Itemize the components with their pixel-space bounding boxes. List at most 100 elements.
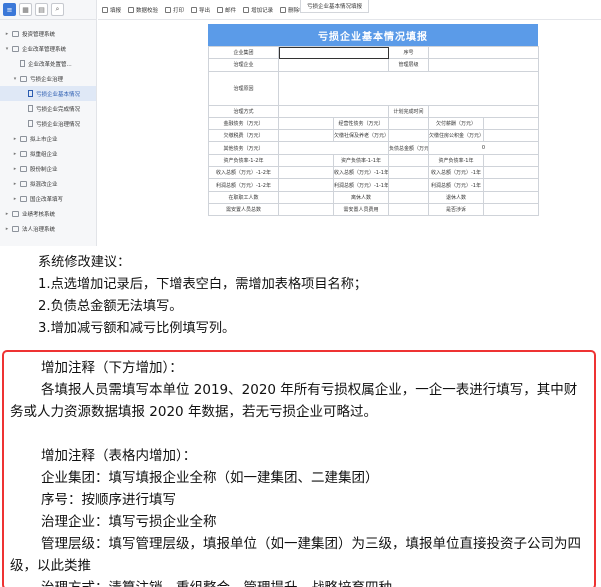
document-icon (28, 120, 33, 127)
sidebar-item-label: 亏损企业治理 (30, 76, 64, 83)
form-input-cell[interactable] (388, 153, 429, 168)
form-input-cell[interactable] (388, 178, 429, 192)
toolbar-button[interactable]: 打印 (165, 6, 184, 14)
note-item: 3.增加减亏额和减亏比例填写列。 (38, 321, 236, 336)
notes-heading: 系统修改建议： (38, 255, 131, 270)
chevron-down-icon[interactable]: ▾ (4, 46, 10, 52)
sidebar-item[interactable]: ▸ 投资管理系统 (0, 26, 96, 41)
sidebar-item-label: 股份制企业 (30, 166, 58, 173)
document-icon (20, 60, 25, 67)
form-label: 收入总额（万元）-1-1年 (333, 166, 389, 180)
form-label: 治理企业 (208, 58, 279, 72)
form-input-cell[interactable] (278, 129, 334, 143)
sidebar-item[interactable]: ▾ 企业改革管理系统 (0, 41, 96, 56)
form-input-cell[interactable] (278, 70, 539, 106)
chevron-right-icon[interactable]: ▸ (12, 151, 18, 157)
form-input-cell[interactable] (483, 178, 539, 192)
sidebar-item[interactable]: 亏损企业完成情况 (0, 101, 96, 116)
form-label: 治理方式 (208, 104, 279, 118)
form-input-cell[interactable] (278, 153, 334, 168)
form-input-cell[interactable] (388, 166, 429, 180)
toolbar-button[interactable]: 导出 (191, 6, 210, 14)
chevron-right-icon[interactable]: ▸ (12, 166, 18, 172)
chevron-right-icon[interactable]: ▸ (12, 136, 18, 142)
form-input-cell[interactable] (278, 141, 389, 155)
form-input-cell[interactable] (278, 58, 389, 72)
sidebar-toolbar: ≡ ▦ ▤ ⌕ (0, 0, 96, 20)
annotation-line: 治理方式：清算注销、重组整合、管理提升、战略培育四种 (10, 577, 586, 587)
toolbar-button[interactable]: 填报 (102, 6, 121, 14)
toolbar-button[interactable]: 数据校验 (128, 6, 158, 14)
folder-icon (20, 135, 27, 142)
sidebar-item[interactable]: ▸ 业绩考核系统 (0, 206, 96, 221)
sidebar-item[interactable]: ▸ 法人治理系统 (0, 221, 96, 236)
form-input-cell[interactable] (278, 166, 334, 180)
sidebar-item-label: 拟混改企业 (30, 181, 58, 188)
form-row: 需安置人员总数 需安置人员费用 是否涉诉 (208, 202, 539, 217)
form-input-cell[interactable] (388, 202, 429, 217)
tab-loss-enterprise-form[interactable]: 亏损企业基本情况填报 (300, 0, 370, 13)
form-label: 利润总额（万元）-1年 (428, 178, 484, 192)
form-input-cell[interactable] (483, 202, 539, 217)
form-input-cell[interactable] (483, 190, 539, 204)
form-input-cell[interactable] (278, 104, 389, 118)
sidebar-item-label: 拟上市企业 (30, 136, 58, 143)
form-label: 欠缴住房公积金（万元） (428, 129, 484, 143)
toolbar-button[interactable]: 邮件 (217, 6, 236, 14)
toolbar-button-label: 打印 (173, 7, 185, 14)
form-row: 其他债务（万元） 负债总金额（万元）0 (208, 141, 539, 155)
form-input-cell[interactable] (278, 45, 389, 60)
form-input-cell[interactable] (388, 190, 429, 204)
grid-icon[interactable]: ▦ (19, 3, 32, 16)
menu-icon[interactable]: ≡ (3, 3, 16, 16)
form-input-cell[interactable] (428, 104, 539, 118)
chevron-right-icon[interactable]: ▸ (4, 211, 10, 217)
form-input-cell[interactable] (388, 129, 429, 143)
toolbar-button-label: 导出 (199, 7, 211, 14)
form-input-cell[interactable] (483, 153, 539, 168)
form-label: 计划完成时间 (388, 104, 429, 118)
search-icon[interactable]: ⌕ (51, 3, 64, 16)
form-input-cell[interactable] (278, 178, 334, 192)
form-input-cell[interactable] (483, 129, 539, 143)
sidebar-item[interactable]: 企业改革处置管... (0, 56, 96, 71)
annotation-heading-below: 增加注释（下方增加）： (41, 360, 183, 376)
sidebar-item[interactable]: ▸ 国企改革填写 (0, 191, 96, 206)
sidebar-item[interactable]: 亏损企业基本情况 (0, 86, 96, 101)
sidebar-item[interactable]: ▸ 拟重组企业 (0, 146, 96, 161)
form-input-cell[interactable] (483, 116, 539, 131)
note-item: 1.点选增加记录后，下增表空白，需增加表格项目名称； (38, 277, 368, 292)
form-input-cell[interactable] (278, 202, 334, 217)
sidebar-item[interactable]: ▾ 亏损企业治理 (0, 71, 96, 86)
sidebar-item[interactable]: ▸ 拟混改企业 (0, 176, 96, 191)
form-label: 离休人数 (333, 190, 389, 204)
form-input-cell[interactable]: 0 (428, 141, 539, 155)
toolbar-button[interactable]: 增加记录 (243, 6, 273, 14)
toolbar-button-icon (280, 6, 287, 13)
chevron-right-icon[interactable]: ▸ (4, 226, 10, 232)
sidebar-item[interactable]: ▸ 股份制企业 (0, 161, 96, 176)
sidebar-item-label: 亏损企业基本情况 (36, 91, 81, 98)
sidebar-item[interactable]: 亏损企业治理情况 (0, 116, 96, 131)
form-input-cell[interactable] (483, 166, 539, 180)
form-input-cell[interactable] (278, 190, 334, 204)
form-input-cell[interactable] (428, 58, 539, 72)
form-input-cell[interactable] (428, 45, 539, 60)
folder-icon (20, 180, 27, 187)
chevron-right-icon[interactable]: ▸ (12, 181, 18, 187)
form-input-cell[interactable] (388, 116, 429, 131)
form-label: 企业集团 (208, 45, 279, 60)
chevron-right-icon[interactable]: ▸ (4, 31, 10, 37)
sidebar-item[interactable]: ▸ 拟上市企业 (0, 131, 96, 146)
form-label: 经营性债务（万元） (333, 116, 389, 131)
chevron-down-icon[interactable]: ▾ (12, 76, 18, 82)
form-input-cell[interactable] (278, 116, 334, 131)
tab-bar: 亏损企业基本情况填报 (300, 0, 370, 20)
form-label: 负债总金额（万元） (388, 141, 429, 155)
form-row: 收入总额（万元）-1-2年 收入总额（万元）-1-1年 收入总额（万元）-1年 (208, 166, 539, 180)
annotation-line: 治理企业：填写亏损企业全称 (41, 514, 217, 530)
tree-icon[interactable]: ▤ (35, 3, 48, 16)
chevron-right-icon[interactable]: ▸ (12, 196, 18, 202)
form-row: 欠缴税费（万元） 欠缴社保及养老（万元） 欠缴住房公积金（万元） (208, 129, 539, 143)
folder-icon (20, 75, 27, 82)
